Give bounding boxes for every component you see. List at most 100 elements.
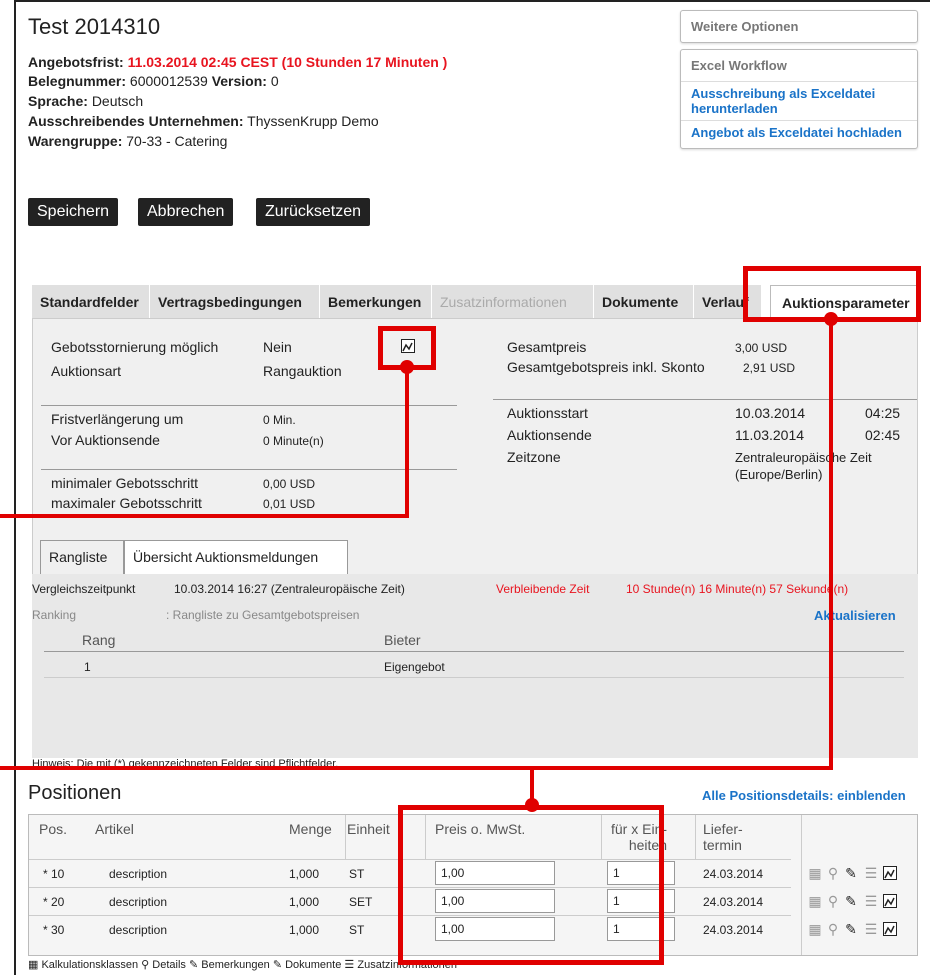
divider (345, 815, 346, 859)
article-cell: description (109, 923, 168, 937)
unit-cell: SET (349, 895, 373, 909)
delivery-cell: 24.03.2014 (703, 895, 764, 909)
group-label: Warengruppe: (28, 133, 123, 149)
tz-label: Zeitzone (507, 449, 561, 465)
excel-upload-link[interactable]: Angebot als Exceldatei hochladen (681, 120, 917, 148)
highlight-box (398, 805, 664, 965)
col-rank: Rang (82, 632, 116, 648)
end-time: 02:45 (865, 427, 901, 443)
calculator-icon[interactable]: ▦ (807, 865, 823, 881)
magnifier-icon[interactable]: ⚲ (825, 865, 841, 881)
connector-line (829, 320, 833, 770)
doc-number-label: Belegnummer: (28, 73, 127, 89)
qty-cell: 1,000 (289, 895, 320, 909)
language-line: Sprache: Deutsch (28, 93, 143, 109)
divider (41, 405, 457, 406)
paperclip-icon[interactable]: ✎ (843, 893, 859, 909)
group-line: Warengruppe: 70-33 - Catering (28, 133, 227, 149)
language-value: Deutsch (91, 93, 144, 109)
graph-icon[interactable] (883, 894, 897, 908)
compare-label: Vergleichszeitpunkt (32, 582, 136, 596)
connector-line (0, 514, 409, 518)
positions-title: Positionen (28, 782, 122, 804)
divider (493, 399, 917, 400)
save-button[interactable]: Speichern (28, 198, 119, 226)
article-cell: description (109, 895, 168, 909)
before-end-value: 0 Minute(n) (263, 434, 324, 448)
icon-legend: ▦ Kalkulationsklassen ⚲ Details ✎ Bemerk… (28, 958, 457, 971)
list-icon[interactable]: ☰ (863, 865, 879, 881)
th-delivery: Liefer- termin (703, 821, 743, 853)
extension-value: 0 Min. (263, 413, 296, 427)
tab-bemerkungen[interactable]: Bemerkungen (320, 285, 432, 319)
tz-value: Zentraleuropäische Zeit (Europe/Berlin) (735, 450, 872, 482)
total-label: Gesamtpreis (507, 339, 587, 355)
connector-line (405, 368, 409, 517)
more-options-button[interactable]: Weitere Optionen (680, 10, 918, 43)
qty-cell: 1,000 (289, 923, 320, 937)
cancel-label: Gebotsstornierung möglich (51, 339, 219, 355)
calculator-icon[interactable]: ▦ (807, 921, 823, 937)
list-icon[interactable]: ☰ (863, 893, 879, 909)
version-value: 0 (270, 73, 279, 89)
deadline-value: 11.03.2014 02:45 CEST (10 Stunden 17 Min… (127, 54, 448, 70)
list-icon: ☰ (344, 959, 355, 971)
th-delivery-1: Liefer- (703, 821, 743, 837)
subtab-auktionsmeldungen[interactable]: Übersicht Auktionsmeldungen (124, 540, 348, 574)
list-icon[interactable]: ☰ (863, 921, 879, 937)
cancel-value: Nein (263, 339, 292, 355)
paperclip-icon: ✎ (272, 959, 283, 971)
refresh-link[interactable]: Aktualisieren (814, 608, 896, 623)
th-qty: Menge (289, 821, 332, 837)
magnifier-icon[interactable]: ⚲ (825, 893, 841, 909)
excel-workflow-header: Excel Workflow (691, 58, 787, 73)
qty-cell: 1,000 (289, 867, 320, 881)
pos-cell: * 30 (43, 923, 65, 937)
calculator-icon: ▦ (28, 959, 39, 971)
legend-details: Details (152, 959, 186, 971)
graph-icon[interactable] (883, 922, 897, 936)
col-bidder: Bieter (384, 632, 421, 648)
rank-cell: 1 (84, 660, 91, 674)
company-line: Ausschreibendes Unternehmen: ThyssenKrup… (28, 113, 379, 129)
subtab-rangliste[interactable]: Rangliste (40, 540, 124, 574)
compare-value: 10.03.2014 16:27 (Zentraleuropäische Zei… (174, 582, 405, 596)
th-pos: Pos. (39, 821, 68, 837)
end-label: Auktionsende (507, 427, 592, 443)
show-all-details-link[interactable]: Alle Positionsdetails: einblenden (702, 788, 906, 803)
doc-number-line: Belegnummer: 6000012539 Version: 0 (28, 73, 279, 89)
reset-button[interactable]: Zurücksetzen (256, 198, 371, 226)
before-end-label: Vor Auktionsende (51, 432, 160, 448)
th-unit: Einheit (347, 821, 390, 837)
ranking-area: Vergleichszeitpunkt 10.03.2014 16:27 (Ze… (32, 574, 918, 758)
extension-label: Fristverlängerung um (51, 411, 184, 427)
remaining-label: Verbleibende Zeit (496, 582, 590, 596)
end-date: 11.03.2014 (735, 427, 805, 443)
total-skonto-value: 2,91 USD (743, 361, 796, 375)
calculator-icon[interactable]: ▦ (807, 893, 823, 909)
connector-dot (525, 798, 539, 812)
start-label: Auktionsstart (507, 405, 588, 421)
tab-vertragsbedingungen[interactable]: Vertragsbedingungen (150, 285, 320, 319)
min-step-value: 0,00 USD (263, 477, 316, 491)
magnifier-icon[interactable]: ⚲ (825, 921, 841, 937)
paperclip-icon[interactable]: ✎ (843, 865, 859, 881)
cancel-button[interactable]: Abbrechen (138, 198, 234, 226)
version-label: Version: (211, 73, 267, 89)
graph-icon[interactable] (883, 866, 897, 880)
divider (695, 815, 696, 859)
remaining-value: 10 Stunde(n) 16 Minute(n) 57 Sekunde(n) (626, 582, 849, 596)
tab-zusatzinformationen: Zusatzinformationen (432, 285, 594, 319)
tab-dokumente[interactable]: Dokumente (594, 285, 694, 319)
more-options-label: Weitere Optionen (691, 19, 799, 34)
th-article: Artikel (95, 821, 134, 837)
total-skonto-label: Gesamtgebotspreis inkl. Skonto (507, 359, 705, 375)
excel-download-link[interactable]: Ausschreibung als Exceldatei herunterlad… (681, 81, 917, 120)
table-row: 1 Eigengebot (44, 654, 904, 678)
ranking-header-row: Rang Bieter (44, 628, 904, 652)
max-step-label: maximaler Gebotsschritt (51, 495, 202, 511)
paperclip-icon[interactable]: ✎ (843, 921, 859, 937)
tab-standardfelder[interactable]: Standardfelder (32, 285, 150, 319)
connector-dot (824, 312, 838, 326)
unit-cell: ST (349, 867, 365, 881)
